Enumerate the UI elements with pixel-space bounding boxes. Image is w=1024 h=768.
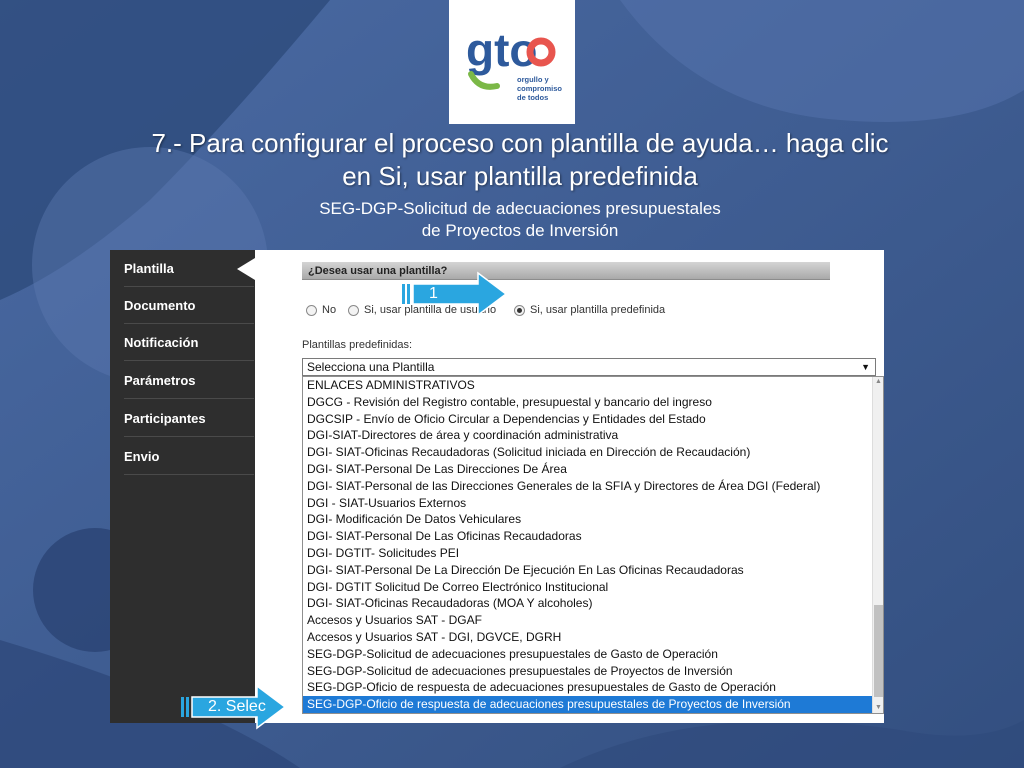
slide-headline: 7.- Para configurar el proceso con plant… xyxy=(80,127,960,193)
dropdown-option[interactable]: DGI - SIAT-Usuarios Externos xyxy=(303,495,873,512)
dropdown-option[interactable]: DGI- SIAT-Personal De Las Direcciones De… xyxy=(303,461,873,478)
sidebar-item-label: Documento xyxy=(124,298,196,313)
active-pointer-icon xyxy=(237,258,255,280)
logo-tagline-1: orgullo y xyxy=(517,75,549,84)
dropdown-option[interactable]: DGCG - Revisión del Registro contable, p… xyxy=(303,394,873,411)
dropdown-scrollbar[interactable]: ▲ ▼ xyxy=(872,377,883,713)
sidebar-item-label: Participantes xyxy=(124,411,206,426)
sidebar-item-parametros[interactable]: Parámetros xyxy=(124,362,254,399)
radio-circle-icon xyxy=(306,304,317,316)
dropdown-option[interactable]: DGI- SIAT-Oficinas Recaudadoras (MOA Y a… xyxy=(303,595,873,612)
dropdown-option[interactable]: DGI- SIAT-Personal De La Dirección De Ej… xyxy=(303,562,873,579)
dropdown-option-selected[interactable]: SEG-DGP-Oficio de respuesta de adecuacio… xyxy=(303,696,873,713)
dropdown-option[interactable]: DGCSIP - Envío de Oficio Circular a Depe… xyxy=(303,411,873,428)
sidebar-item-notificacion[interactable]: Notificación xyxy=(124,324,254,361)
radio-checked-icon xyxy=(514,304,525,316)
dropdown-option[interactable]: ENLACES ADMINISTRATIVOS xyxy=(303,377,873,394)
dropdown-arrow-icon: ▼ xyxy=(861,362,870,372)
callout-step-1: 1 xyxy=(402,271,512,317)
gto-logo: gto orgullo y compromiso de todos xyxy=(449,0,575,124)
dropdown-option[interactable]: DGI-SIAT-Directores de área y coordinaci… xyxy=(303,427,873,444)
dropdown-option[interactable]: DGI- Modificación De Datos Vehiculares xyxy=(303,511,873,528)
sidebar: Plantilla Documento Notificación Parámet… xyxy=(110,250,255,723)
dropdown-option[interactable]: DGI- SIAT-Personal De Las Oficinas Recau… xyxy=(303,528,873,545)
sidebar-item-envio[interactable]: Envio xyxy=(124,438,254,475)
dropdown-option[interactable]: DGI- SIAT-Personal de las Direcciones Ge… xyxy=(303,478,873,495)
main-content: ¿Desea usar una plantilla? No Si, usar p… xyxy=(255,250,884,723)
dropdown-option[interactable]: SEG-DGP-Oficio de respuesta de adecuacio… xyxy=(303,679,873,696)
section-title: ¿Desea usar una plantilla? xyxy=(302,262,830,280)
sidebar-item-label: Parámetros xyxy=(124,373,196,388)
radio-circle-icon xyxy=(348,304,359,316)
sidebar-item-label: Notificación xyxy=(124,335,199,350)
callout-step-2-label: 2. Selec xyxy=(208,698,266,715)
scrollbar-thumb[interactable] xyxy=(874,605,883,697)
sidebar-item-participantes[interactable]: Participantes xyxy=(124,400,254,437)
right-arrow-icon xyxy=(402,271,508,317)
sidebar-item-documento[interactable]: Documento xyxy=(124,287,254,324)
gto-logo-mark: gto orgullo y compromiso de todos xyxy=(466,24,562,102)
template-select[interactable]: Selecciona una Plantilla ▼ xyxy=(302,358,876,376)
dropdown-option[interactable]: Accesos y Usuarios SAT - DGI, DGVCE, DGR… xyxy=(303,629,873,646)
callout-step-2: 2. Selec xyxy=(181,684,291,730)
dropdown-option[interactable]: DGI- SIAT-Oficinas Recaudadoras (Solicit… xyxy=(303,444,873,461)
scroll-down-icon[interactable]: ▼ xyxy=(873,703,883,713)
slide-subheading: SEG-DGP-Solicitud de adecuaciones presup… xyxy=(200,198,840,242)
dropdown-option[interactable]: Accesos y Usuarios SAT - DGAF xyxy=(303,612,873,629)
radio-label: Si, usar plantilla predefinida xyxy=(530,304,666,316)
logo-tagline-3: de todos xyxy=(517,93,548,102)
template-radio-group: No Si, usar plantilla de usuario Si, usa… xyxy=(306,304,866,318)
sidebar-item-label: Plantilla xyxy=(124,261,174,276)
subheading-line-2: de Proyectos de Inversión xyxy=(421,221,619,240)
sidebar-item-label: Envio xyxy=(124,449,160,464)
app-window: Plantilla Documento Notificación Parámet… xyxy=(110,250,884,723)
select-value: Selecciona una Plantilla xyxy=(307,360,435,374)
template-dropdown-list: ENLACES ADMINISTRATIVOS DGCG - Revisión … xyxy=(302,376,884,714)
dropdown-option[interactable]: SEG-DGP-Solicitud de adecuaciones presup… xyxy=(303,663,873,680)
dropdown-option[interactable]: SEG-DGP-Solicitud de adecuaciones presup… xyxy=(303,646,873,663)
radio-predefined-template[interactable]: Si, usar plantilla predefinida xyxy=(514,304,665,316)
subheading-line-1: SEG-DGP-Solicitud de adecuaciones presup… xyxy=(319,199,721,218)
callout-step-1-label: 1 xyxy=(429,285,438,302)
logo-tagline-2: compromiso xyxy=(517,84,562,93)
scroll-up-icon[interactable]: ▲ xyxy=(873,377,883,387)
radio-no[interactable]: No xyxy=(306,304,336,316)
headline-line-1: 7.- Para configurar el proceso con plant… xyxy=(151,128,889,158)
predefined-templates-label: Plantillas predefinidas: xyxy=(302,339,413,351)
dropdown-option[interactable]: DGI- DGTIT- Solicitudes PEI xyxy=(303,545,873,562)
dropdown-option[interactable]: DGI- DGTIT Solicitud De Correo Electróni… xyxy=(303,579,873,596)
radio-label: No xyxy=(322,304,337,316)
sidebar-item-plantilla[interactable]: Plantilla xyxy=(124,250,254,287)
headline-line-2: en Si, usar plantilla predefinida xyxy=(342,161,698,191)
